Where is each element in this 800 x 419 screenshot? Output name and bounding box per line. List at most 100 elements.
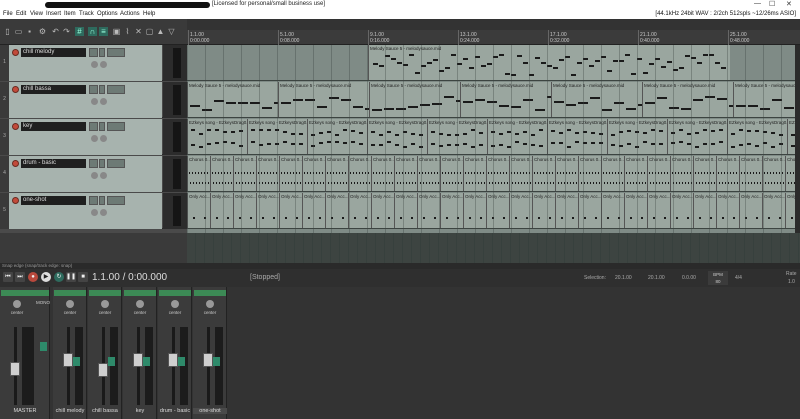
pan-knob[interactable]	[136, 300, 144, 308]
media-item[interactable]: Only Acc...	[210, 193, 234, 228]
mixer-strip[interactable]: center chill melody	[53, 287, 87, 419]
solo-button[interactable]	[99, 196, 105, 205]
track-color-swatch[interactable]	[108, 357, 115, 366]
master-fader-cap[interactable]	[10, 362, 20, 376]
save-project-icon[interactable]: ▪	[25, 27, 34, 36]
track-name[interactable]: one-shot	[21, 196, 86, 205]
maximize-button[interactable]: ☐	[769, 0, 775, 8]
menu-view[interactable]: View	[30, 11, 43, 17]
fader-cap[interactable]	[203, 353, 213, 367]
track-color-swatch[interactable]	[73, 357, 80, 366]
media-item[interactable]: Melody Sauce 5 - melodysauce.mid	[369, 82, 466, 117]
menu-options[interactable]: Options	[97, 11, 118, 17]
media-item[interactable]: Only Acc...	[693, 193, 717, 228]
media-item[interactable]: Only Acc...	[371, 193, 395, 228]
media-item[interactable]: Chorus 0...	[440, 156, 464, 191]
media-item[interactable]: Only Acc...	[578, 193, 602, 228]
media-item[interactable]: Only Acc...	[624, 193, 648, 228]
volume-knob[interactable]	[91, 98, 98, 105]
arrange-empty-area[interactable]	[187, 233, 800, 263]
crossfade-icon[interactable]: ✕	[134, 27, 143, 36]
media-item[interactable]: Chorus 0...	[486, 156, 510, 191]
mixer-strip[interactable]: center key	[123, 287, 157, 419]
midi-item[interactable]: Melody Sauce 5 - melodysauce.mid	[368, 45, 730, 80]
undo-icon[interactable]: ↶	[51, 27, 60, 36]
media-item[interactable]: Melody Sauce 5 - melodysauce.mid	[460, 82, 557, 117]
fader-cap[interactable]	[168, 353, 178, 367]
record-button[interactable]: ●	[28, 272, 38, 282]
track-lane[interactable]: Chorus 0... Chorus 0... Chorus 0... Chorus …	[187, 156, 795, 192]
mixer-strip[interactable]: center one-shot	[193, 287, 227, 419]
media-item[interactable]: Melody Sauce 5 - melodysauce.mid	[187, 82, 284, 117]
fx-button[interactable]	[107, 159, 125, 168]
media-item[interactable]: EZkeys song - EZkeysDrag0.mid	[367, 119, 428, 154]
minimize-button[interactable]: —	[754, 0, 761, 7]
fx-button[interactable]	[107, 196, 125, 205]
media-item[interactable]: Only Acc...	[739, 193, 763, 228]
open-project-icon[interactable]: ▭	[14, 27, 23, 36]
media-item[interactable]: Chorus 0...	[693, 156, 717, 191]
mixer-strip[interactable]: center chill bassa	[88, 287, 122, 419]
media-item[interactable]: EZkeys song - EZkeysDrag0.mid	[487, 119, 548, 154]
fx-button[interactable]	[107, 85, 125, 94]
pan-knob[interactable]	[100, 209, 107, 216]
media-item[interactable]: Chorus 0...	[371, 156, 395, 191]
media-item[interactable]: Only Acc...	[555, 193, 579, 228]
menu-item[interactable]: Item	[64, 11, 76, 17]
settings-icon[interactable]: ⚙	[38, 27, 47, 36]
rate-value[interactable]: 1.0	[788, 279, 795, 285]
track-lane[interactable]: Melody Sauce 5 - melodysauce.mid	[187, 45, 795, 81]
solo-button[interactable]	[99, 85, 105, 94]
track-name[interactable]: drum - basic	[21, 159, 86, 168]
media-item[interactable]: Chorus 0...	[233, 156, 257, 191]
record-arm-button[interactable]	[12, 123, 19, 130]
media-item[interactable]: Only Acc...	[532, 193, 556, 228]
media-item[interactable]: Chorus 0...	[210, 156, 234, 191]
arrange-view[interactable]: Melody Sauce 5 - melodysauce.mid Melody …	[187, 45, 800, 233]
record-arm-button[interactable]	[12, 160, 19, 167]
pan-knob[interactable]	[171, 300, 179, 308]
repeat-icon[interactable]: ↻	[54, 272, 64, 282]
selection-start[interactable]: 20.1.00	[615, 275, 632, 281]
menu-track[interactable]: Track	[79, 11, 94, 17]
solo-button[interactable]	[99, 48, 105, 57]
media-item[interactable]: Chorus 0...	[532, 156, 556, 191]
media-item[interactable]: Melody Sauce 5 - melodysauce.mid	[733, 82, 795, 117]
media-item[interactable]: Chorus 0...	[785, 156, 795, 191]
pan-knob[interactable]	[66, 300, 74, 308]
pan-knob[interactable]	[100, 172, 107, 179]
fader-cap[interactable]	[63, 353, 73, 367]
mute-button[interactable]	[89, 159, 98, 168]
record-arm-button[interactable]	[12, 86, 19, 93]
pan-knob[interactable]	[206, 300, 214, 308]
go-to-end-icon[interactable]: ⏭	[15, 272, 25, 282]
track-color-swatch[interactable]	[143, 357, 150, 366]
pan-knob[interactable]	[101, 300, 109, 308]
lock-icon[interactable]: ▢	[145, 27, 154, 36]
media-item[interactable]: Chorus 0...	[647, 156, 671, 191]
track-name[interactable]: key	[21, 122, 86, 131]
menu-actions[interactable]: Actions	[120, 11, 140, 17]
media-item[interactable]: EZkeys song - EZkeysDrag0.mid	[307, 119, 368, 154]
item-grouping-icon[interactable]: ▣	[112, 27, 121, 36]
mute-button[interactable]	[89, 122, 98, 131]
media-item[interactable]: Only Acc...	[325, 193, 349, 228]
track-name[interactable]: chill bassa	[21, 85, 86, 94]
media-item[interactable]: EZkeys song - EZkeysDrag0.mid	[187, 119, 248, 154]
redo-icon[interactable]: ↷	[62, 27, 71, 36]
media-item[interactable]: Chorus 0...	[555, 156, 579, 191]
record-arm-button[interactable]	[12, 49, 19, 56]
pan-knob[interactable]	[100, 61, 107, 68]
marker-icon[interactable]: ▽	[167, 27, 176, 36]
volume-knob[interactable]	[91, 209, 98, 216]
mixer-strip[interactable]: center drum - basic	[158, 287, 192, 419]
go-to-start-icon[interactable]: ⏮	[3, 272, 13, 282]
menu-insert[interactable]: Insert	[46, 11, 61, 17]
media-item[interactable]: Chorus 0...	[325, 156, 349, 191]
vertical-scrollbar[interactable]	[795, 45, 800, 233]
media-item[interactable]: Only Acc...	[601, 193, 625, 228]
track-header[interactable]: 2 chill bassa	[0, 82, 187, 118]
media-item[interactable]: Chorus 0...	[601, 156, 625, 191]
master-strip[interactable]: center MONO MASTER	[0, 287, 50, 419]
grid-toggle-icon[interactable]: #	[75, 27, 84, 36]
